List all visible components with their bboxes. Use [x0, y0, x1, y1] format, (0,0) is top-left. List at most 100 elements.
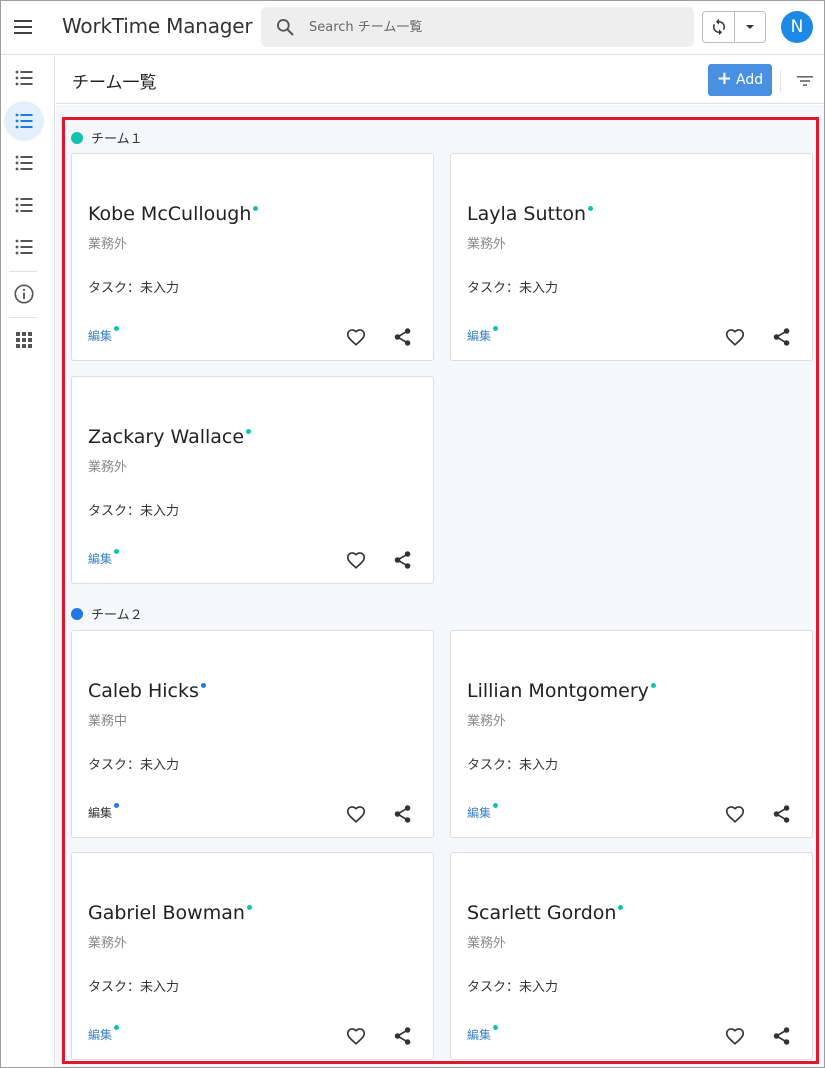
- member-card: Gabriel Bowman 業務外 タスク：未入力 編集: [71, 852, 434, 1060]
- status-dot: [618, 905, 624, 910]
- hamburger-menu-icon[interactable]: [11, 15, 35, 39]
- nav-info-item[interactable]: [4, 274, 44, 314]
- nav-list-item-5[interactable]: [4, 227, 44, 267]
- team-color-dot: [71, 607, 83, 620]
- filter-button[interactable]: [794, 70, 816, 92]
- sync-button[interactable]: [703, 12, 735, 42]
- member-task: タスク：未入力: [467, 758, 559, 773]
- app-title: WorkTime Manager: [62, 14, 253, 38]
- search-bar[interactable]: [261, 7, 694, 47]
- nav-list-item-1[interactable]: [4, 58, 44, 98]
- nav-divider: [9, 271, 37, 272]
- add-button-label: Add: [735, 72, 764, 88]
- team-color-dot: [71, 131, 83, 144]
- search-input[interactable]: [309, 15, 679, 39]
- member-status: 業務外: [467, 714, 507, 729]
- status-dot: [588, 206, 594, 211]
- sync-button-group: [702, 11, 766, 43]
- member-card: Caleb Hicks 業務中 タスク：未入力 編集: [71, 630, 434, 838]
- plus-icon: +: [716, 68, 732, 89]
- list-icon: [15, 197, 33, 213]
- member-name: Gabriel Bowman: [88, 902, 252, 924]
- side-nav-rail: [1, 56, 55, 1067]
- top-app-bar: WorkTime Manager N: [1, 1, 824, 55]
- status-dot: [246, 905, 252, 910]
- favorite-heart-icon[interactable]: [345, 803, 367, 825]
- nav-list-item-4[interactable]: [4, 185, 44, 225]
- status-dot: [114, 803, 120, 808]
- status-dot: [493, 326, 499, 331]
- info-icon: [14, 284, 34, 304]
- member-name: Caleb Hicks: [88, 680, 206, 702]
- nav-divider: [9, 317, 37, 318]
- status-dot: [114, 1025, 120, 1030]
- share-icon[interactable]: [392, 326, 414, 348]
- search-icon: [277, 19, 294, 36]
- member-task: タスク：未入力: [88, 980, 180, 995]
- status-dot: [200, 683, 206, 688]
- user-avatar[interactable]: N: [781, 11, 813, 43]
- member-card: Zackary Wallace 業務外 タスク：未入力 編集: [71, 376, 434, 584]
- sync-dropdown-button[interactable]: [735, 12, 765, 42]
- status-dot: [650, 683, 656, 688]
- favorite-heart-icon[interactable]: [724, 803, 746, 825]
- nav-list-item-3[interactable]: [4, 143, 44, 183]
- member-name: Layla Sutton: [467, 203, 594, 225]
- team-header: チーム２: [71, 604, 143, 623]
- member-task: タスク：未入力: [467, 281, 559, 296]
- member-name: Zackary Wallace: [88, 426, 252, 448]
- status-dot: [114, 326, 120, 331]
- favorite-heart-icon[interactable]: [345, 549, 367, 571]
- sync-icon: [712, 18, 725, 36]
- nav-list-item-2[interactable]: [4, 101, 44, 141]
- member-status: 業務外: [88, 936, 128, 951]
- share-icon[interactable]: [392, 549, 414, 571]
- status-dot: [246, 429, 252, 434]
- share-icon[interactable]: [771, 326, 793, 348]
- favorite-heart-icon[interactable]: [724, 326, 746, 348]
- team-header: チーム１: [71, 128, 143, 147]
- member-task: タスク：未入力: [467, 980, 559, 995]
- member-task: タスク：未入力: [88, 758, 180, 773]
- add-button[interactable]: + Add: [708, 64, 772, 96]
- list-icon: [15, 113, 33, 129]
- favorite-heart-icon[interactable]: [724, 1025, 746, 1047]
- team-name: チーム１: [91, 132, 143, 147]
- member-status: 業務外: [88, 237, 128, 252]
- share-icon[interactable]: [771, 803, 793, 825]
- edit-link[interactable]: 編集: [88, 803, 120, 821]
- list-icon: [15, 239, 33, 255]
- member-card: Layla Sutton 業務外 タスク：未入力 編集: [450, 153, 813, 361]
- filter-icon: [797, 76, 813, 86]
- member-task: タスク：未入力: [88, 504, 180, 519]
- list-icon: [15, 70, 33, 86]
- share-icon[interactable]: [771, 1025, 793, 1047]
- app-window: WorkTime Manager N: [0, 0, 825, 1068]
- status-dot: [493, 1025, 499, 1030]
- edit-link[interactable]: 編集: [88, 1025, 120, 1043]
- edit-link[interactable]: 編集: [467, 803, 499, 821]
- nav-apps-item[interactable]: [4, 320, 44, 360]
- status-dot: [493, 803, 499, 808]
- share-icon[interactable]: [392, 803, 414, 825]
- member-status: 業務外: [88, 460, 128, 475]
- member-status: 業務外: [467, 237, 507, 252]
- edit-link[interactable]: 編集: [88, 326, 120, 344]
- list-icon: [15, 155, 33, 171]
- member-status: 業務中: [88, 714, 128, 729]
- favorite-heart-icon[interactable]: [345, 326, 367, 348]
- favorite-heart-icon[interactable]: [345, 1025, 367, 1047]
- page-title: チーム一覧: [72, 73, 157, 93]
- edit-link[interactable]: 編集: [88, 549, 120, 567]
- edit-link[interactable]: 編集: [467, 326, 499, 344]
- team-name: チーム２: [91, 608, 143, 623]
- member-card: Scarlett Gordon 業務外 タスク：未入力 編集: [450, 852, 813, 1060]
- apps-grid-icon: [16, 332, 32, 348]
- member-status: 業務外: [467, 936, 507, 951]
- member-task: タスク：未入力: [88, 281, 180, 296]
- member-card: Kobe McCullough 業務外 タスク：未入力 編集: [71, 153, 434, 361]
- member-name: Lillian Montgomery: [467, 680, 656, 702]
- share-icon[interactable]: [392, 1025, 414, 1047]
- edit-link[interactable]: 編集: [467, 1025, 499, 1043]
- status-dot: [114, 549, 120, 554]
